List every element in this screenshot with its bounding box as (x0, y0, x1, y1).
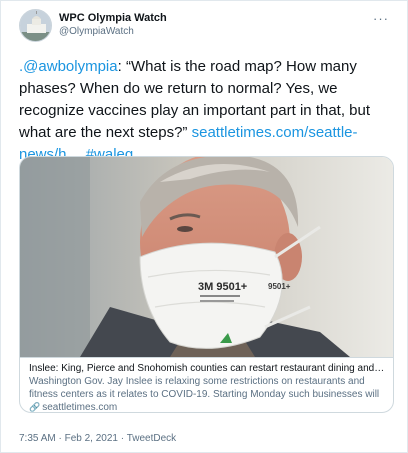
card-title: Inslee: King, Pierce and Snohomish count… (29, 363, 386, 374)
card-domain: 🔗 seattletimes.com (29, 401, 386, 413)
tweet-embed: WPC Olympia Watch @OlympiaWatch ··· .@aw… (0, 0, 408, 453)
card-description: Washington Gov. Jay Inslee is relaxing s… (29, 376, 380, 400)
meta-separator-2: · (117, 433, 127, 444)
link-icon: 🔗 (29, 402, 41, 412)
card-image: 3M 9501+ 9501+ (20, 157, 393, 357)
link-preview-card[interactable]: 3M 9501+ 9501+ Inslee: King, Pierce and … (19, 156, 394, 413)
tweet-meta: 7:35 AM · Feb 2, 2021 · TweetDeck (19, 433, 176, 444)
tweet-date[interactable]: Feb 2, 2021 (65, 433, 118, 444)
display-name[interactable]: WPC Olympia Watch (59, 11, 167, 25)
tweet-source[interactable]: TweetDeck (127, 433, 176, 444)
author-names: WPC Olympia Watch @OlympiaWatch (59, 11, 167, 38)
tweet-text: .@awbolympia: “What is the road map? How… (19, 56, 394, 166)
card-domain-text: seattletimes.com (42, 402, 118, 413)
mask-label-primary: 3M 9501+ (198, 281, 247, 293)
capitol-building-icon (20, 10, 51, 41)
more-options-icon[interactable]: ··· (373, 11, 389, 26)
mask-label-secondary: 9501+ (268, 282, 291, 291)
card-body: Inslee: King, Pierce and Snohomish count… (20, 357, 393, 413)
tweet-time[interactable]: 7:35 AM (19, 433, 56, 444)
handle[interactable]: @OlympiaWatch (59, 25, 167, 38)
mention-link[interactable]: .@awbolympia (19, 58, 118, 75)
tweet-header: WPC Olympia Watch @OlympiaWatch ··· (19, 9, 391, 43)
meta-separator-1: · (55, 433, 65, 444)
avatar[interactable] (19, 9, 52, 42)
